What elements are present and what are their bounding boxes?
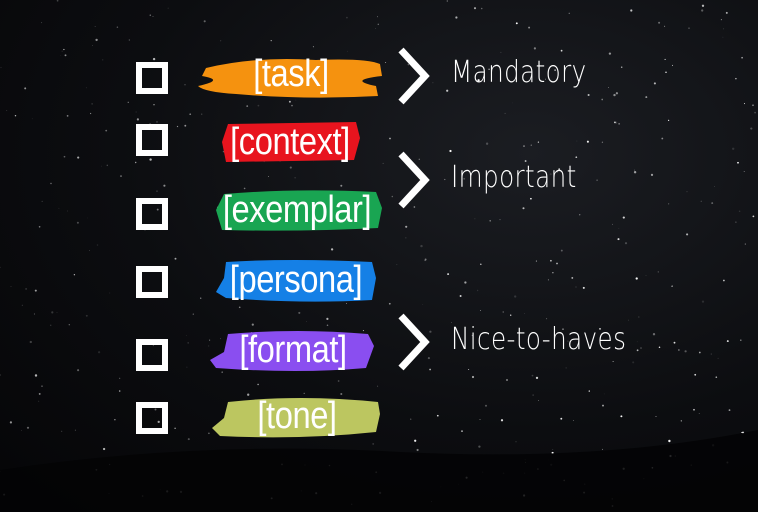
tag-label-tone: [tone] (257, 394, 337, 437)
checkbox-format[interactable] (136, 339, 168, 371)
tag-format: [format] (208, 322, 378, 378)
tag-exemplar: [exemplar] (206, 182, 388, 238)
tag-label-format: [format] (239, 328, 347, 371)
chevron-right-icon (398, 47, 430, 105)
tag-tone: [tone] (210, 388, 384, 444)
tag-label-task: [task] (253, 52, 329, 95)
checkbox-context[interactable] (136, 124, 168, 156)
tag-label-persona: [persona] (229, 258, 363, 301)
checkbox-exemplar[interactable] (136, 198, 168, 230)
category-label-mandatory: Mandatory (451, 55, 587, 90)
tag-persona: [persona] (212, 252, 380, 308)
checkbox-persona[interactable] (136, 266, 168, 298)
tag-task: [task] (196, 46, 386, 102)
checkbox-task[interactable] (136, 62, 168, 94)
tag-context: [context] (214, 114, 366, 170)
chevron-right-icon (398, 313, 430, 371)
tag-label-exemplar: [exemplar] (222, 188, 372, 231)
category-label-important: Important (451, 160, 577, 195)
chevron-right-icon (398, 151, 430, 209)
tag-label-context: [context] (230, 120, 350, 163)
category-label-nice-to-haves: Nice-to-haves (451, 322, 627, 357)
checkbox-tone[interactable] (136, 402, 168, 434)
